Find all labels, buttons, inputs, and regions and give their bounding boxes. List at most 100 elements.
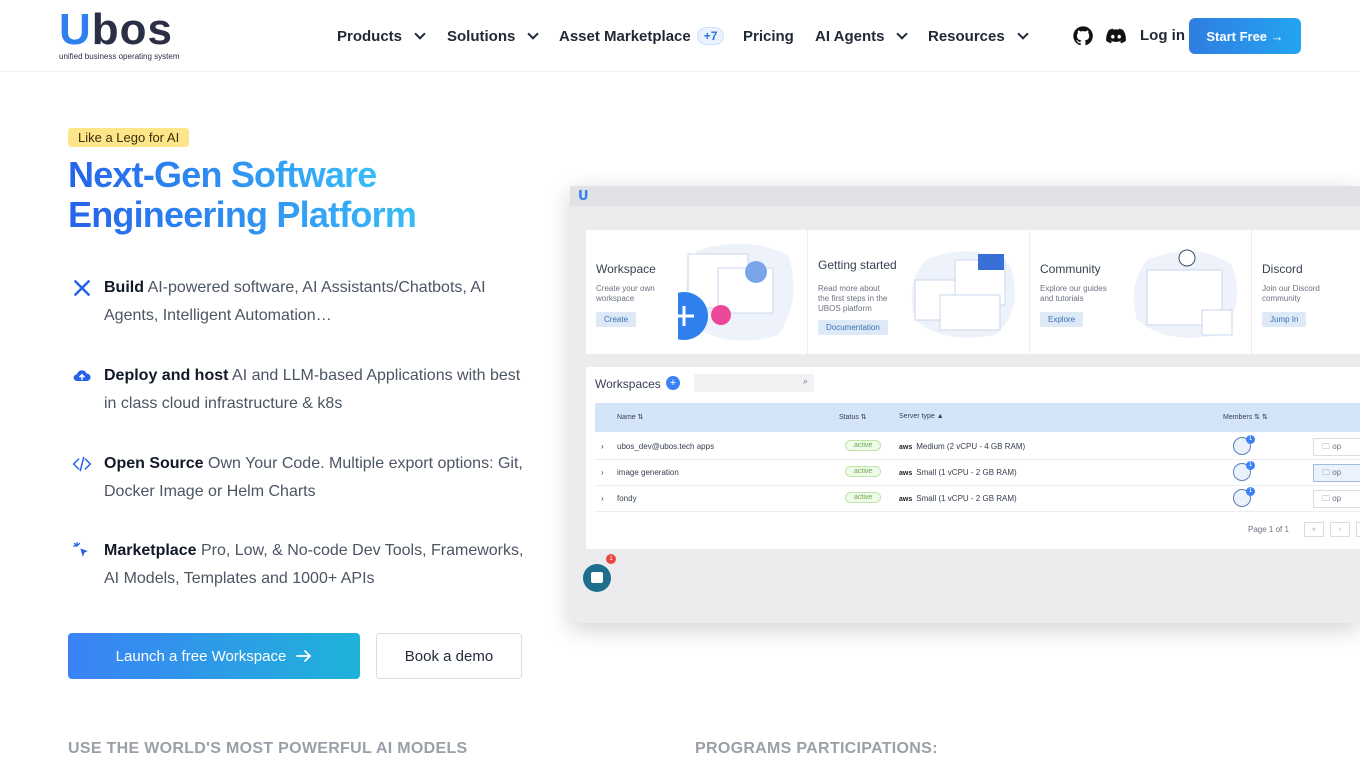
feature-deploy: Deploy and host AI and LLM-based Applica… — [72, 362, 532, 422]
card-desc: Join our Discord community — [1262, 284, 1320, 303]
row-expand-icon[interactable]: › — [601, 494, 604, 503]
card-jump-in-button[interactable]: Jump In — [1262, 312, 1307, 327]
card-title: Community — [1040, 262, 1101, 276]
preview-card-community: Community Explore our guides and tutoria… — [1030, 230, 1251, 354]
table-row[interactable]: › ubos_dev@ubos.tech apps active aws Medi… — [595, 434, 1360, 460]
chat-widget-button[interactable] — [583, 564, 611, 592]
avatar[interactable]: 1 — [1233, 487, 1255, 507]
card-explore-button[interactable]: Explore — [1040, 312, 1084, 327]
workspace-search-input[interactable]: ⌕ — [694, 374, 814, 392]
col-name[interactable]: Name ⇅ — [617, 413, 644, 421]
col-members[interactable]: Members ⇅ ⇅ — [1223, 413, 1268, 421]
card-desc: Explore our guides and tutorials — [1040, 284, 1107, 303]
chat-notification-badge: 1 — [606, 554, 616, 564]
row-name: ubos_dev@ubos.tech apps — [617, 442, 715, 451]
community-illustration — [1133, 249, 1237, 338]
github-icon[interactable] — [1072, 25, 1094, 47]
logo-wordmark: Ubos — [59, 5, 174, 54]
section-heading-programs: PROGRAMS PARTICIPATIONS: — [695, 740, 938, 757]
section-heading-ai-models: USE THE WORLD'S MOST POWERFUL AI MODELS — [68, 740, 468, 757]
aws-icon: aws — [899, 470, 913, 477]
workspaces-panel: Workspaces + ⌕ Name ⇅ Status ⇅ Server ty… — [586, 367, 1360, 549]
member-count: 1 — [1246, 435, 1255, 444]
nav-pricing[interactable]: Pricing — [743, 24, 794, 48]
chevron-down-icon — [414, 27, 426, 40]
col-status[interactable]: Status ⇅ — [839, 413, 867, 421]
logo-tagline: unified business operating system — [59, 52, 180, 61]
tools-icon — [74, 280, 90, 296]
app-preview-screenshot: ᑌ Workspace Create your own workspace Cr… — [570, 186, 1360, 623]
open-button[interactable]: 🗀 op — [1313, 490, 1360, 508]
row-name: image generation — [617, 468, 679, 477]
code-icon — [72, 456, 92, 472]
status-badge: active — [845, 466, 882, 477]
aws-icon: aws — [899, 496, 913, 503]
preview-logo-icon: ᑌ — [578, 188, 589, 203]
first-page-button[interactable]: « — [1304, 522, 1324, 537]
avatar[interactable]: 1 — [1233, 435, 1255, 455]
nav-products[interactable]: Products — [337, 24, 426, 48]
nav-solutions[interactable]: Solutions — [447, 24, 539, 48]
feature-open-source: Open Source Own Your Code. Multiple expo… — [72, 450, 532, 510]
chevron-down-icon — [896, 27, 909, 40]
card-title: Workspace — [596, 262, 656, 276]
row-server: aws Small (1 vCPU - 2 GB RAM) — [899, 494, 1017, 503]
row-server: aws Medium (2 vCPU - 4 GB RAM) — [899, 442, 1026, 451]
book-demo-button[interactable]: Book a demo — [376, 633, 522, 679]
open-button[interactable]: 🗀 op — [1313, 464, 1360, 482]
start-free-button[interactable]: Start Free → — [1189, 18, 1301, 54]
table-row[interactable]: › fondy active aws Small (1 vCPU - 2 GB R… — [595, 486, 1360, 512]
card-documentation-button[interactable]: Documentation — [818, 320, 888, 335]
chat-icon — [591, 572, 603, 583]
feature-build: Build AI-powered software, AI Assistants… — [72, 274, 532, 334]
table-row[interactable]: › image generation active aws Small (1 vC… — [595, 460, 1360, 486]
row-server: aws Small (1 vCPU - 2 GB RAM) — [899, 468, 1017, 477]
getting-started-illustration — [911, 251, 1015, 338]
nav-resources[interactable]: Resources — [928, 24, 1029, 48]
preview-card-discord: Discord Join our Discord community Jump … — [1252, 230, 1360, 354]
member-count: 1 — [1246, 487, 1255, 496]
sparkle-cursor-icon — [73, 542, 88, 557]
arrow-right-icon — [296, 650, 312, 662]
feature-marketplace: Marketplace Pro, Low, & No-code Dev Tool… — [72, 537, 532, 597]
marketplace-count-badge: +7 — [696, 27, 725, 45]
card-desc: Create your own workspace — [596, 284, 655, 303]
top-nav: Ubos unified business operating system P… — [0, 0, 1360, 72]
search-icon: ⌕ — [802, 376, 808, 386]
open-button[interactable]: 🗀 op — [1313, 438, 1360, 456]
chevron-down-icon — [1017, 27, 1029, 40]
status-badge: active — [845, 440, 882, 451]
status-badge: active — [845, 492, 882, 503]
row-name: fondy — [617, 494, 637, 503]
nav-asset-marketplace[interactable]: Asset Marketplace +7 — [559, 24, 725, 48]
card-desc: Read more about the first steps in the U… — [818, 284, 888, 313]
aws-icon: aws — [899, 444, 913, 451]
preview-card-workspace: Workspace Create your own workspace Crea… — [586, 230, 807, 354]
workspaces-title: Workspaces — [595, 377, 661, 391]
member-count: 1 — [1246, 461, 1255, 470]
card-title: Getting started — [818, 258, 897, 272]
pagination-label: Page 1 of 1 — [1248, 525, 1289, 534]
next-page-button[interactable]: › — [1356, 522, 1360, 537]
workspace-illustration — [678, 243, 794, 341]
nav-ai-agents[interactable]: AI Agents — [815, 24, 909, 48]
prev-page-button[interactable]: ‹ — [1330, 522, 1350, 537]
workspaces-table-header: Name ⇅ Status ⇅ Server type ▲ Members ⇅ … — [595, 403, 1360, 432]
card-create-button[interactable]: Create — [596, 312, 637, 327]
ubos-logo[interactable]: Ubos unified business operating system — [59, 6, 207, 62]
row-expand-icon[interactable]: › — [601, 468, 604, 477]
card-title: Discord — [1262, 262, 1303, 276]
hero-title: Next-Gen Software Engineering Platform — [68, 154, 417, 235]
avatar[interactable]: 1 — [1233, 461, 1255, 481]
add-workspace-button[interactable]: + — [666, 376, 680, 390]
row-expand-icon[interactable]: › — [601, 442, 604, 451]
col-server-type[interactable]: Server type ▲ — [899, 413, 944, 420]
hero-tag: Like a Lego for AI — [68, 128, 190, 147]
discord-icon[interactable] — [1105, 25, 1127, 47]
login-link[interactable]: Log in — [1140, 24, 1185, 48]
chevron-down-icon — [527, 27, 539, 40]
preview-topbar: ᑌ — [570, 186, 1360, 206]
preview-card-getting-started: Getting started Read more about the firs… — [808, 230, 1029, 354]
launch-workspace-button[interactable]: Launch a free Workspace — [68, 633, 360, 679]
cloud-upload-icon — [73, 370, 91, 381]
